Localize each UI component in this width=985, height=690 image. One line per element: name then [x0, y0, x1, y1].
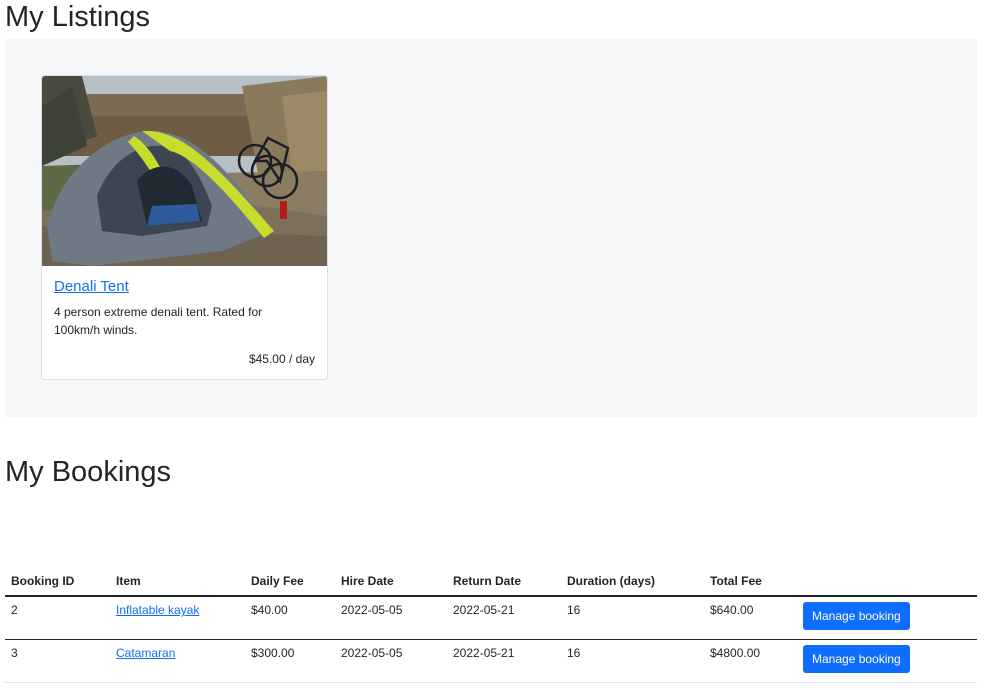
booking-duration: 16	[561, 639, 704, 683]
listing-title-link[interactable]: Denali Tent	[54, 278, 129, 295]
tent-photo[interactable]	[42, 76, 327, 266]
booking-return-date: 2022-05-21	[447, 639, 561, 683]
booking-daily-fee: $40.00	[245, 596, 335, 640]
column-header-total-fee: Total Fee	[704, 569, 797, 597]
manage-booking-button[interactable]: Manage booking	[803, 602, 910, 630]
column-header-daily-fee: Daily Fee	[245, 569, 335, 597]
bookings-heading: My Bookings	[5, 456, 172, 488]
column-header-hire-date: Hire Date	[335, 569, 447, 597]
manage-booking-button[interactable]: Manage booking	[803, 645, 910, 673]
column-header-duration: Duration (days)	[561, 569, 704, 597]
booking-item-link[interactable]: Inflatable kayak	[116, 603, 199, 617]
booking-action-cell: Manage booking	[797, 639, 977, 683]
table-row: 2 Inflatable kayak $40.00 2022-05-05 202…	[5, 596, 977, 640]
bookings-table: Booking ID Item Daily Fee Hire Date Retu…	[5, 569, 977, 683]
booking-daily-fee: $300.00	[245, 639, 335, 683]
booking-total-fee: $640.00	[704, 596, 797, 640]
table-row: 3 Catamaran $300.00 2022-05-05 2022-05-2…	[5, 639, 977, 683]
listing-price: $45.00 / day	[248, 352, 315, 366]
listings-heading: My Listings	[5, 1, 151, 33]
booking-duration: 16	[561, 596, 704, 640]
booking-item-cell: Catamaran	[110, 639, 245, 683]
table-header-row: Booking ID Item Daily Fee Hire Date Retu…	[5, 569, 977, 597]
column-header-booking-id: Booking ID	[5, 569, 110, 597]
listings-panel: Denali Tent 4 person extreme denali tent…	[5, 39, 977, 417]
column-header-actions	[797, 569, 977, 597]
booking-hire-date: 2022-05-05	[335, 596, 447, 640]
listing-card[interactable]: Denali Tent 4 person extreme denali tent…	[41, 75, 328, 380]
booking-id: 3	[5, 639, 110, 683]
column-header-item: Item	[110, 569, 245, 597]
listing-description: 4 person extreme denali tent. Rated for …	[54, 305, 263, 337]
booking-item-cell: Inflatable kayak	[110, 596, 245, 640]
booking-return-date: 2022-05-21	[447, 596, 561, 640]
booking-hire-date: 2022-05-05	[335, 639, 447, 683]
booking-item-link[interactable]: Catamaran	[116, 646, 175, 660]
booking-total-fee: $4800.00	[704, 639, 797, 683]
booking-id: 2	[5, 596, 110, 640]
booking-action-cell: Manage booking	[797, 596, 977, 640]
column-header-return-date: Return Date	[447, 569, 561, 597]
